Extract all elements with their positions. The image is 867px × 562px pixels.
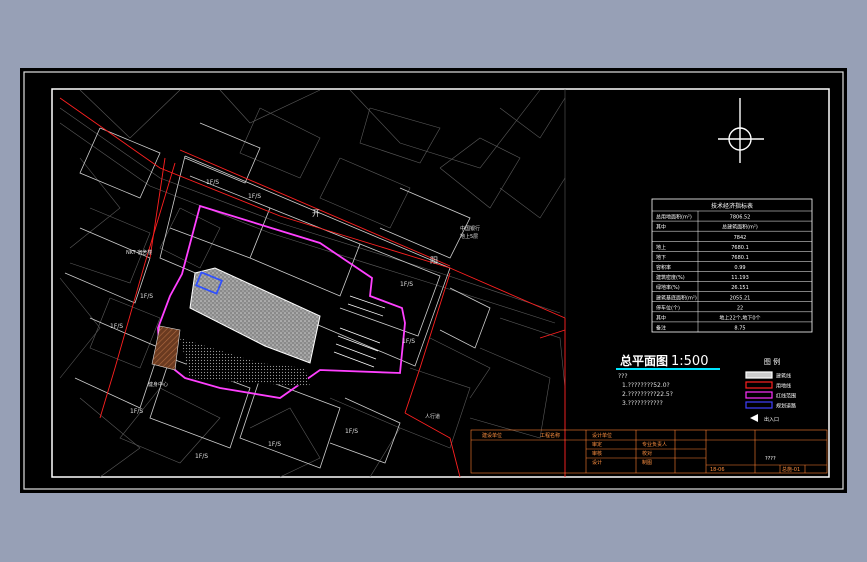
notes: ??? 1.????????52.0? 2.?????????22.5? 3.?…	[618, 373, 673, 407]
table-row-label: 地下	[656, 254, 666, 261]
tb-right-1: 专业负责人	[642, 441, 667, 448]
table-row-value: 26.151	[731, 285, 749, 291]
north-arrow	[718, 98, 764, 163]
annex-building-hatch	[151, 325, 181, 371]
legend-swatch	[745, 381, 773, 389]
table-row-label: 绿地率(%)	[656, 284, 680, 291]
tb-right-2: 校对	[642, 450, 652, 457]
tb-project: ????	[765, 456, 776, 462]
tb-mid-2: 审定	[592, 441, 602, 448]
cad-sheet: 1F/S 1F/S 1F/S 1F/S 1F/S 1F/S 1F/S 1F/S …	[23, 71, 844, 490]
table-row-label: 建筑基底面积(m²)	[656, 294, 697, 301]
tb-left-1: 建设单位	[482, 432, 502, 439]
legend-title: 图 例	[764, 357, 780, 366]
table-row-label: 停车位(个)	[656, 304, 680, 311]
table-row-value: 11.193	[731, 275, 749, 281]
legend-label: 建筑线	[776, 373, 791, 380]
plan-label-4: 1F/S	[110, 323, 123, 330]
table-row-label: 其中	[656, 314, 666, 321]
road-label-north: 开	[312, 209, 320, 218]
legend-label: 规划道路	[776, 403, 796, 410]
annotation-3: NKT 宿舍楼	[126, 249, 152, 256]
cad-drawing-paper: 1F/S 1F/S 1F/S 1F/S 1F/S 1F/S 1F/S 1F/S …	[20, 68, 847, 493]
table-row-value: 0.99	[734, 265, 745, 271]
notes-line-1: 1.????????52.0?	[622, 382, 670, 389]
plan-label-8: 1F/S	[402, 338, 415, 345]
plan-label-5: 1F/S	[130, 408, 143, 415]
notes-head: ???	[618, 373, 628, 380]
table-rows: 总用地面积(m²) 7806.52 其中 总建筑面积(m²) 7842 地上 7680.1 地…	[652, 210, 812, 332]
annotation-4: 人行道	[425, 413, 440, 420]
plan-title-scale: 1:500	[671, 354, 708, 369]
plan-label-9: 1F/S	[268, 441, 281, 448]
legend-swatch	[745, 371, 773, 379]
background-linework	[59, 89, 566, 478]
table-row-value: 总建筑面积(m²)	[722, 224, 758, 231]
annotation-2: 地上5层	[460, 233, 478, 240]
plan-label-1: 1F/S	[206, 179, 219, 186]
tech-indicator-table: 技术经济指标表 总用地面积(m²) 7806.52 其中 总建筑面积(m²) 7842 地…	[651, 198, 813, 333]
table-row-value: 7842	[734, 235, 747, 241]
annotation-5: 健身中心	[148, 381, 168, 388]
table-row-value: 地上22个,地下0个	[719, 314, 760, 321]
legend-label: 红线范围	[776, 393, 796, 400]
tb-left-2: 工程名称	[540, 432, 560, 439]
plan-label-10: 1F/S	[195, 453, 208, 460]
red-land-lines	[59, 97, 566, 478]
table-row-value: 7806.52	[730, 215, 751, 221]
notes-line-3: 3.???????????	[622, 400, 663, 407]
legend-swatch	[745, 391, 773, 399]
tb-sheet: 总施-01	[782, 466, 800, 473]
tb-mid-4: 设计	[592, 459, 602, 466]
table-row-label: 备注	[656, 325, 666, 332]
table-row-value: 7680.1	[731, 245, 749, 251]
plan-label-6: 1F/S	[345, 428, 358, 435]
outer-frame	[23, 71, 844, 490]
plan-label-7: 1F/S	[400, 281, 413, 288]
legend: 图 例 建筑线用地线红线范围规划道路 出入口	[745, 357, 796, 423]
table-row-label: 总用地面积(m²)	[656, 214, 692, 221]
tb-right-3: 制图	[642, 459, 652, 466]
legend-swatch	[745, 401, 773, 409]
legend-arrow-label: 出入口	[764, 416, 779, 423]
plan-label-2: 1F/S	[248, 193, 261, 200]
legend-label: 用地线	[776, 383, 791, 390]
entrance-arrow-icon	[750, 414, 758, 422]
road-label-east: 阳	[430, 256, 438, 265]
plan-title-block: 总平面图 1:500	[616, 353, 720, 370]
table-row-value: 22	[737, 305, 743, 311]
table-row-label: 建筑密度(%)	[656, 274, 685, 281]
plan-label-3: 1F/S	[140, 293, 153, 300]
table-row-label: 容积率	[656, 264, 671, 271]
tb-date: 18-06	[710, 467, 725, 473]
site-plan: 1F/S 1F/S 1F/S 1F/S 1F/S 1F/S 1F/S 1F/S …	[59, 89, 566, 478]
table-title: 技术经济指标表	[711, 202, 753, 210]
annotation-1: 中国银行	[460, 225, 480, 232]
inner-frame	[51, 88, 830, 478]
table-row-label: 其中	[656, 224, 666, 231]
plan-title-main: 总平面图	[620, 353, 668, 368]
tb-mid-1: 设计单位	[592, 432, 612, 439]
parking-stripes	[333, 295, 386, 368]
table-row-value: 2055.21	[730, 295, 751, 301]
table-row-value: 8.75	[734, 326, 745, 332]
table-row-value: 7680.1	[731, 255, 749, 261]
tb-mid-3: 审核	[592, 450, 602, 457]
table-row-label: 地上	[656, 244, 666, 251]
notes-line-2: 2.?????????22.5?	[622, 391, 673, 398]
